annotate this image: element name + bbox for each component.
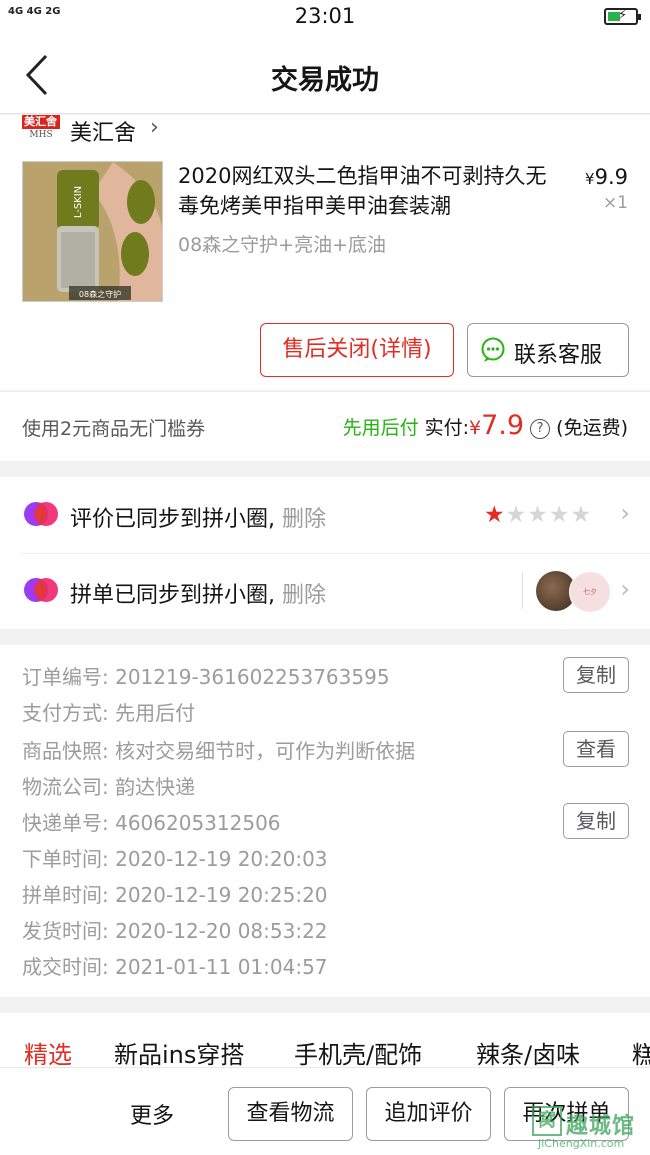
order-time-row: 下单时间: 2020-12-19 20:20:03 <box>22 843 328 872</box>
pinxiaoquan-icon <box>24 502 58 526</box>
status-time: 23:01 <box>294 4 356 28</box>
tab-cakes[interactable]: 糕 <box>632 1035 650 1067</box>
paid-label: 实付: <box>424 417 470 439</box>
watermark-logo: 窝 <box>532 1106 562 1136</box>
group-time-row: 拼单时间: 2020-12-19 20:25:20 <box>22 879 328 908</box>
tracking-number-value: 4606205312506 <box>115 811 281 835</box>
shop-name[interactable]: 美汇舍 <box>70 115 136 147</box>
pinxiaoquan-icon <box>24 578 58 602</box>
product-spec: 08森之守护+亮油+底油 <box>178 234 387 256</box>
order-details: 订单编号: 201219-361602253763595 复制 支付方式: 先用… <box>0 645 650 997</box>
ship-time-value: 2020-12-20 08:53:22 <box>115 919 328 943</box>
price-currency: ¥ <box>585 170 595 188</box>
nav-bar: 交易成功 <box>0 36 650 114</box>
tab-featured[interactable]: 精选 <box>24 1035 72 1067</box>
ship-time-row: 发货时间: 2020-12-20 08:53:22 <box>22 915 328 944</box>
battery-icon: ⚡ <box>604 8 641 25</box>
group-sync-delete[interactable]: 删除 <box>282 583 326 608</box>
view-snapshot-button[interactable]: 查看 <box>563 731 629 767</box>
product-image[interactable]: L-SKIN 08森之守护 <box>22 161 163 302</box>
paid-amount-line: 先用后付 实付:¥7.9 ? (免运费) <box>343 410 628 441</box>
coupon-text: 使用2元商品无门槛券 <box>22 418 206 440</box>
group-sync-label: 拼单已同步到拼小圈, 删除 <box>70 577 326 609</box>
paid-amount: 7.9 <box>481 410 525 441</box>
chevron-right-icon[interactable]: › <box>620 499 630 527</box>
copy-order-number-button[interactable]: 复制 <box>563 657 629 693</box>
order-card: 美汇舍 MHS 美汇舍 › L-SKIN 08森之守护 2020网红双头二色指甲… <box>0 115 650 390</box>
review-sync-delete[interactable]: 删除 <box>282 507 326 532</box>
divider <box>522 573 523 609</box>
star-icon[interactable]: ★ <box>527 502 549 528</box>
group-time-value: 2020-12-19 20:25:20 <box>115 883 328 907</box>
more-link[interactable]: 更多 <box>130 1098 174 1130</box>
order-number-row: 订单编号: 201219-361602253763595 <box>22 661 390 690</box>
snapshot-value: 核对交易细节时，可作为判断依据 <box>115 739 416 763</box>
review-sync-label: 评价已同步到拼小圈, 删除 <box>70 501 326 533</box>
order-time-value: 2020-12-19 20:20:03 <box>115 847 328 871</box>
shop-logo-text: 美汇舍 <box>22 115 60 129</box>
pay-method-tag: 先用后付 <box>342 417 419 439</box>
product-title[interactable]: 2020网红双头二色指甲油不可剥持久无毒免烤美甲指甲美甲油套装潮 <box>178 161 558 221</box>
deal-time-value: 2021-01-11 01:04:57 <box>115 955 328 979</box>
ship-time-key: 发货时间: <box>22 919 109 943</box>
deal-time-row: 成交时间: 2021-01-11 01:04:57 <box>22 951 328 980</box>
status-bar: 4G 4G 2G 23:01 ⚡ <box>0 0 650 36</box>
brand-label: L-SKIN <box>73 186 84 218</box>
review-sync-row[interactable]: 评价已同步到拼小圈, 删除 ★★★★★ › <box>0 477 650 553</box>
contact-service-label: 联系客服 <box>514 343 603 368</box>
shop-logo[interactable]: 美汇舍 MHS <box>22 115 60 143</box>
logistics-company-row: 物流公司: 韵达快递 <box>22 771 195 800</box>
site-watermark: 窝 趣城馆 JiChengXin.com <box>532 1106 648 1152</box>
add-review-button[interactable]: 追加评价 <box>366 1087 491 1141</box>
order-number-value: 201219-361602253763595 <box>115 665 390 689</box>
deal-time-key: 成交时间: <box>22 955 109 979</box>
snapshot-key: 商品快照: <box>22 739 109 763</box>
order-time-key: 下单时间: <box>22 847 109 871</box>
star-icon[interactable]: ★ <box>549 502 571 528</box>
chat-bubble-icon <box>481 337 505 362</box>
price-value: 9.9 <box>594 165 628 189</box>
contact-service-button[interactable]: 联系客服 <box>467 323 629 377</box>
social-sync-card: 评价已同步到拼小圈, 删除 ★★★★★ › 拼单已同步到拼小圈, 删除 七夕 › <box>0 477 650 629</box>
order-number-key: 订单编号: <box>22 665 109 689</box>
chevron-right-icon[interactable]: › <box>150 115 159 140</box>
nail-polish-image: L-SKIN 08森之守护 <box>23 162 162 301</box>
logistics-company-value: 韵达快递 <box>115 775 196 799</box>
tab-spicy-snacks[interactable]: 辣条/卤味 <box>476 1035 580 1067</box>
watermark-url: JiChengXin.com <box>538 1137 625 1150</box>
payment-method-key: 支付方式: <box>22 701 109 725</box>
snapshot-row: 商品快照: 核对交易细节时，可作为判断依据 <box>22 735 415 764</box>
group-time-key: 拼单时间: <box>22 883 109 907</box>
tab-new-ins-outfits[interactable]: 新品ins穿搭 <box>114 1035 244 1067</box>
review-sync-text: 评价已同步到拼小圈, <box>70 507 275 532</box>
help-icon[interactable]: ? <box>530 419 551 439</box>
avatar[interactable]: 七夕 <box>569 571 611 613</box>
star-rating[interactable]: ★★★★★ <box>484 502 592 528</box>
payment-method-row: 支付方式: 先用后付 <box>22 697 195 726</box>
product-quantity: ×1 <box>602 193 628 213</box>
payment-summary: 使用2元商品无门槛券 先用后付 实付:¥7.9 ? (免运费) <box>0 391 650 461</box>
category-tabs: 精选 新品ins穿搭 手机壳/配饰 辣条/卤味 糕 <box>0 1013 650 1068</box>
shipping-note: (免运费) <box>556 417 628 439</box>
paid-currency: ¥ <box>469 417 482 439</box>
logistics-company-key: 物流公司: <box>22 775 109 799</box>
watermark-text: 趣城馆 <box>566 1114 636 1139</box>
tracking-number-key: 快递单号: <box>22 811 109 835</box>
chevron-right-icon[interactable]: › <box>620 575 630 603</box>
shop-logo-sub: MHS <box>29 130 53 140</box>
product-price: ¥9.9 <box>585 165 628 189</box>
shade-label: 08森之守护 <box>79 289 121 299</box>
star-icon[interactable]: ★ <box>506 502 528 528</box>
star-icon[interactable]: ★ <box>484 502 506 528</box>
tab-phone-case-accessories[interactable]: 手机壳/配饰 <box>294 1035 422 1067</box>
group-sync-text: 拼单已同步到拼小圈, <box>70 583 275 608</box>
page-title: 交易成功 <box>271 65 379 96</box>
star-icon[interactable]: ★ <box>571 502 593 528</box>
payment-method-value: 先用后付 <box>115 701 196 725</box>
tracking-number-row: 快递单号: 4606205312506 <box>22 807 281 836</box>
group-sync-row[interactable]: 拼单已同步到拼小圈, 删除 七夕 › <box>0 553 650 629</box>
copy-tracking-number-button[interactable]: 复制 <box>563 803 629 839</box>
view-logistics-button[interactable]: 查看物流 <box>228 1087 353 1141</box>
aftersale-details-button[interactable]: 售后关闭(详情) <box>260 323 454 377</box>
